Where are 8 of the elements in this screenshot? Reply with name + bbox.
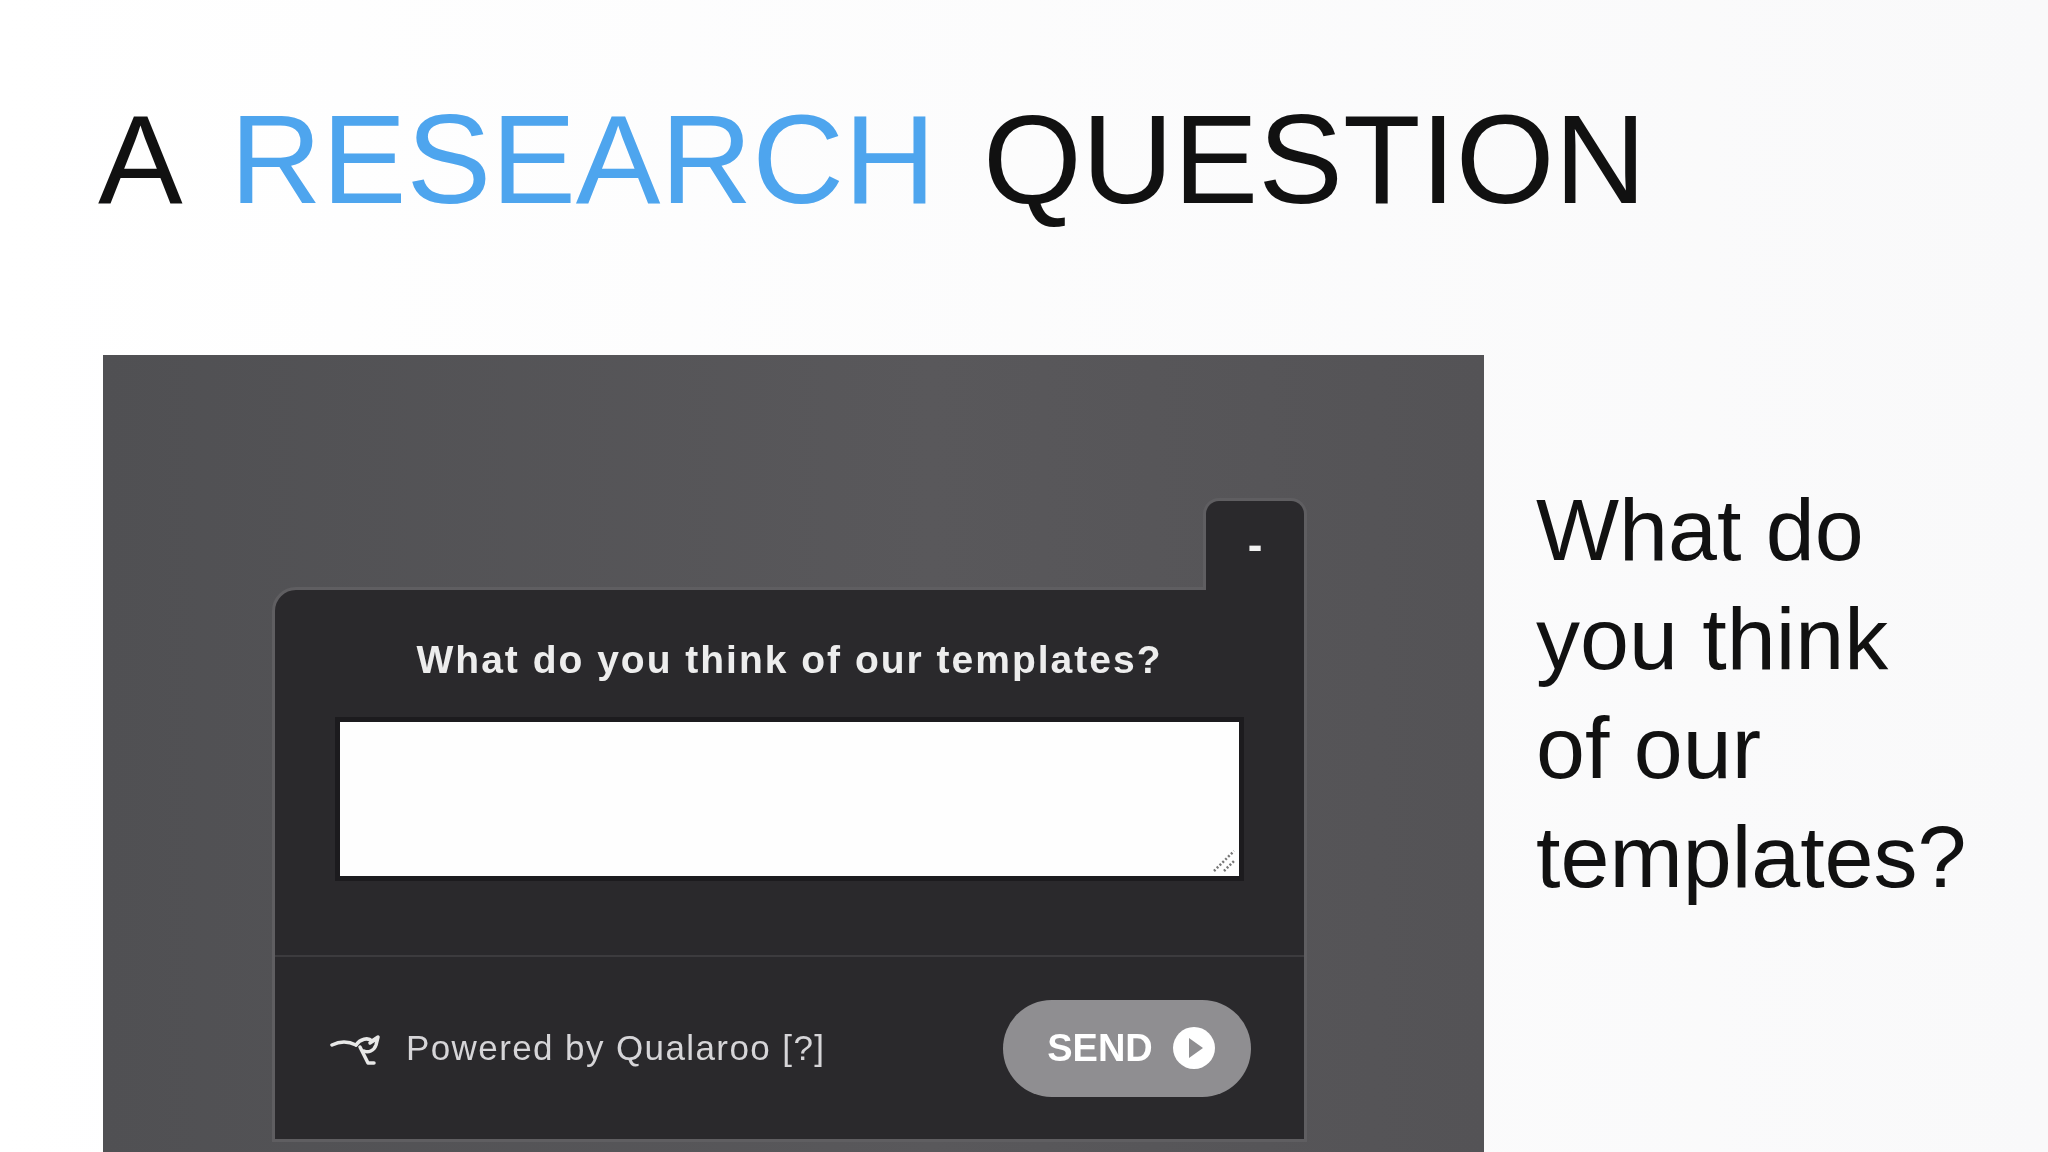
minimize-button[interactable]: - — [1203, 498, 1307, 590]
play-circle-icon — [1172, 1027, 1215, 1069]
powered-by-text: Powered by Qualaroo [?] — [406, 1028, 826, 1068]
answer-field[interactable] — [335, 717, 1244, 881]
resize-grip-icon[interactable] — [1213, 850, 1235, 872]
survey-question: What do you think of our templates? — [416, 637, 1163, 683]
side-question-text: What do you think of our templates? — [1536, 479, 1968, 908]
slide-title: A RESEARCH QUESTION — [98, 92, 1648, 226]
